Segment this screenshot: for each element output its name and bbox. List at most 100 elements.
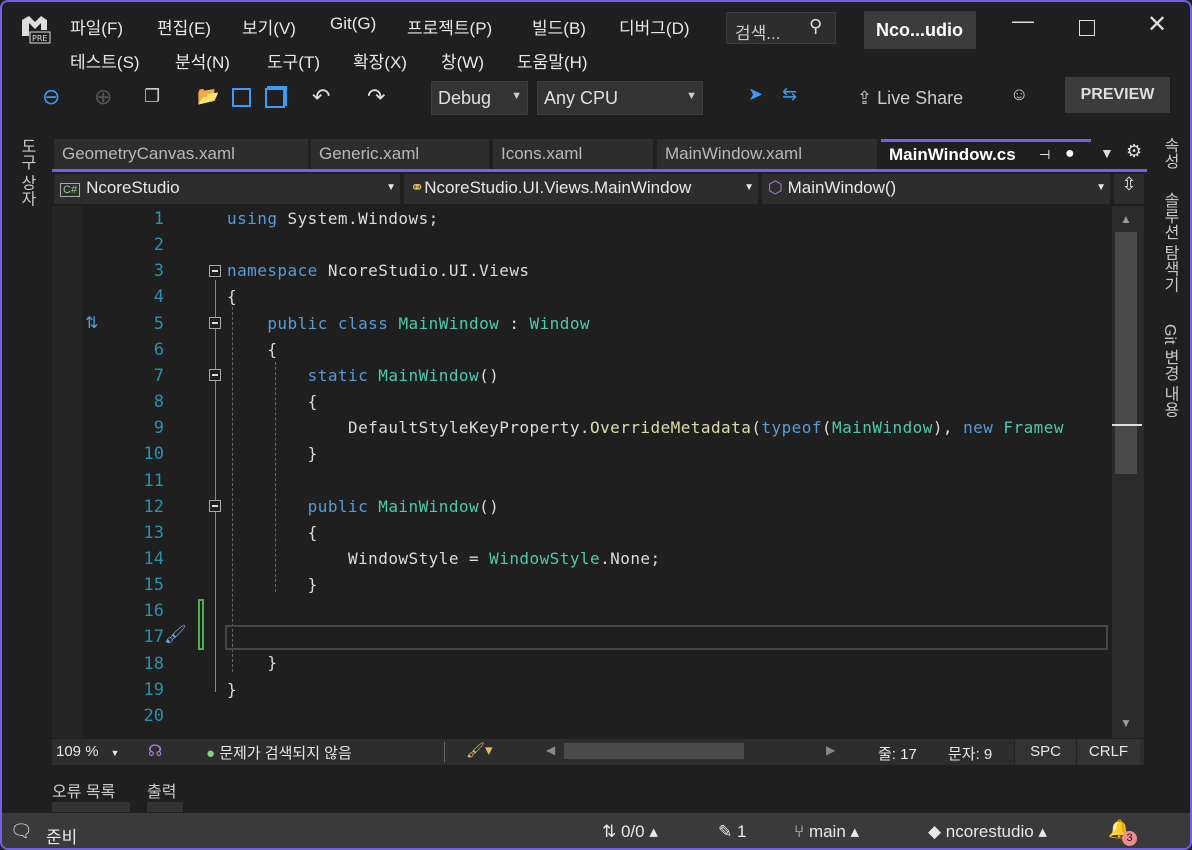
menu-item[interactable]: 도구(T) [267,48,320,73]
vertical-scrollbar[interactable]: ▲ ▼ [1112,206,1144,738]
platform-select[interactable]: Any CPU ▼ [537,81,703,115]
menu-item[interactable]: 프로젝트(P) [407,14,492,39]
menu-item[interactable]: 분석(N) [175,48,230,73]
line-indicator[interactable]: 줄: 17 [878,743,917,764]
scroll-down-arrow[interactable]: ▼ [1120,716,1132,730]
code-token: ), [932,418,964,438]
back-button[interactable]: ⊖ [42,84,60,110]
code-token: static [307,365,369,385]
sync-indicator[interactable]: ⇅ 0/0 ▴ [602,822,658,842]
menu-item[interactable]: 편집(E) [157,14,211,39]
redo-icon[interactable]: ↷ [367,84,385,110]
search-box[interactable]: 검색... ⚲ [726,12,836,44]
sync-count: 0/0 [620,822,645,841]
menu-item[interactable]: 보기(V) [242,14,296,39]
collapse-toggle[interactable] [209,369,221,381]
tab-document[interactable]: GeometryCanvas.xaml [54,139,308,169]
new-project-icon[interactable]: ❐ [144,86,160,107]
platform-value: Any CPU [544,88,619,108]
tab-label: MainWindow.cs [889,145,1016,164]
maximize-button[interactable] [1079,20,1095,36]
branch-selector[interactable]: ⑂ main ▴ [794,822,859,842]
implements-indicator-icon[interactable]: ⇅ [85,313,98,333]
code-token: using [227,209,278,228]
menu-item[interactable]: 창(W) [441,48,484,73]
line-ending-mode[interactable]: CRLF [1076,739,1140,765]
open-folder-icon[interactable]: 📂 [197,86,219,107]
project-dropdown[interactable]: C# NcoreStudio ▼ [54,174,400,204]
menu-item[interactable]: 빌드(B) [532,14,586,39]
column-indicator[interactable]: 문자: 9 [948,743,992,764]
class-dropdown[interactable]: ⚭NcoreStudio.UI.Views.MainWindow ▼ [404,174,758,204]
tab-underline [52,802,130,812]
menu-item[interactable]: 디버그(D) [619,14,690,39]
split-editor-button[interactable]: ⇳ [1114,174,1144,204]
undo-icon[interactable]: ↶ [312,84,330,110]
toolbox-panel-tab[interactable]: 도구 상자 [14,138,38,206]
issues-indicator[interactable]: ● 문제가 검색되지 않음 [206,742,352,763]
minimize-button[interactable]: — [1012,8,1034,34]
code-editor[interactable]: using System.Windows; namespace NcoreStu… [227,206,1110,738]
save-all-icon[interactable] [265,88,285,108]
forward-button[interactable]: ⊕ [94,84,112,110]
zoom-select[interactable]: 109 % ▼ [56,743,119,760]
menu-item[interactable]: 파일(F) [70,14,123,39]
svg-text:PRE: PRE [32,34,47,43]
scroll-right-arrow[interactable]: ▶ [826,743,835,757]
code-line: } [227,572,1110,598]
collapse-toggle[interactable] [209,317,221,329]
close-button[interactable]: ✕ [1147,10,1167,39]
unsaved-dot-icon[interactable]: ● [1065,145,1075,163]
scroll-up-arrow[interactable]: ▲ [1120,212,1132,226]
live-share-label: Live Share [877,88,964,108]
menu-item[interactable]: 테스트(S) [70,48,140,73]
repository-selector[interactable]: ◆ ncorestudio ▴ [928,822,1047,842]
tab-output[interactable]: 출력 [147,778,176,802]
live-share-button[interactable]: ⇪ Live Share [857,88,963,109]
quick-actions-brush-icon[interactable]: 🖌 [164,624,187,645]
tab-document[interactable]: Generic.xaml [311,139,489,169]
code-cleanup-icon[interactable]: 🖌▾ [466,741,493,759]
save-icon[interactable] [232,88,251,107]
line-number: 11 [143,470,164,491]
menu-item[interactable]: 도움말(H) [517,48,588,73]
collapse-toggle[interactable] [209,500,221,512]
copilot-icon[interactable]: ☊ [148,741,162,761]
properties-panel-tab[interactable]: 속성 [1157,137,1181,169]
pending-changes[interactable]: ✎ 1 [718,822,746,842]
config-select[interactable]: Debug ▼ [431,81,528,115]
horizontal-scrollbar-thumb[interactable] [564,743,744,759]
line-number: 8 [153,392,164,413]
tab-label: GeometryCanvas.xaml [62,144,235,163]
pin-icon[interactable]: ⊣ [1039,147,1050,163]
change-marker [198,599,204,650]
preview-badge[interactable]: PREVIEW [1065,77,1170,113]
scroll-left-arrow[interactable]: ◀ [546,743,555,757]
tab-document[interactable]: MainWindow.xaml [657,139,877,169]
solution-explorer-panel-tab[interactable]: 솔루션 탐색기 [1157,192,1181,292]
hot-reload-icon[interactable]: ⇆ [782,84,797,105]
feedback-icon[interactable]: ☺ [1010,84,1028,105]
tab-label: Icons.xaml [501,144,583,163]
code-line: public MainWindow() [227,494,1110,520]
menu-item[interactable]: 확장(X) [353,48,407,73]
tab-list-dropdown[interactable]: ▼ [1100,145,1114,161]
collapse-toggle[interactable] [209,265,221,277]
git-changes-panel-tab[interactable]: Git 변경 내용 [1157,324,1181,417]
menu-item[interactable]: Git(G) [330,14,376,34]
tab-error-list[interactable]: 오류 목록 [52,778,115,802]
tab-document[interactable]: Icons.xaml [493,139,653,169]
tab-document[interactable]: MainWindow.cs ⊣ ● [881,139,1091,169]
settings-gear-icon[interactable]: ⚙ [1126,141,1142,162]
pointer-icon[interactable]: ➤ [748,84,763,105]
line-number: 13 [143,522,164,543]
whitespace-mode[interactable]: SPC [1014,739,1076,765]
code-token: namespace [227,261,318,281]
member-name: MainWindow() [787,178,897,197]
member-dropdown[interactable]: ⬡ MainWindow() ▼ [762,174,1110,204]
scrollbar-thumb[interactable] [1115,232,1137,474]
